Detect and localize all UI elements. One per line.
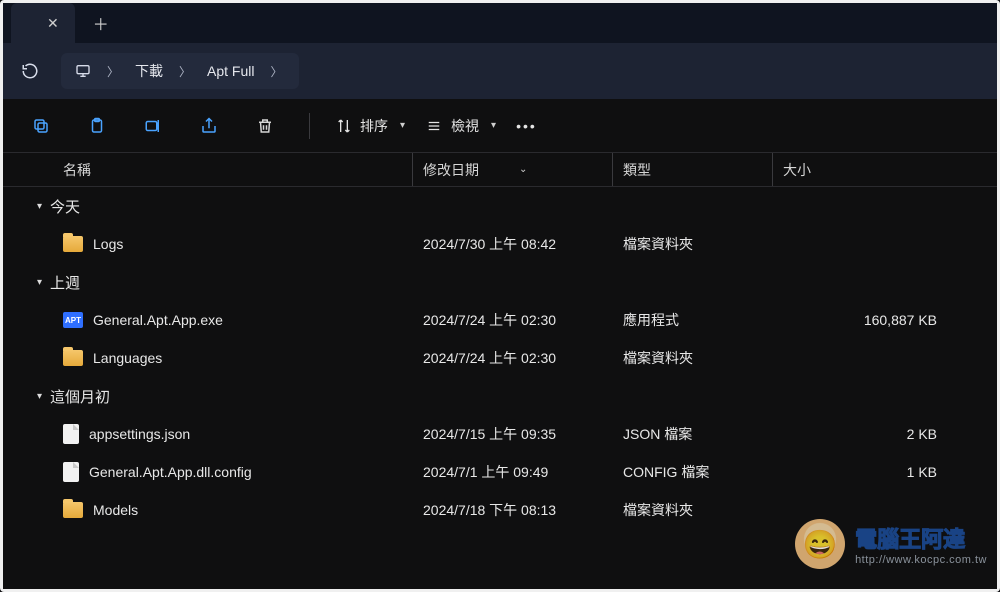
file-name: General.Apt.App.dll.config	[89, 464, 252, 480]
watermark-subtitle: http://www.kocpc.com.tw	[855, 554, 987, 566]
chevron-right-icon: 〉	[101, 63, 125, 80]
file-name: General.Apt.App.exe	[93, 312, 223, 328]
file-type: 檔案資料夾	[613, 500, 773, 520]
column-headers: 名稱 修改日期 ⌄ 類型 大小	[3, 153, 997, 187]
file-size: 1 KB	[773, 464, 997, 480]
share-button[interactable]	[191, 108, 227, 144]
delete-button[interactable]	[247, 108, 283, 144]
file-date: 2024/7/24 上午 02:30	[413, 310, 613, 330]
column-date[interactable]: 修改日期 ⌄	[413, 153, 613, 186]
sort-label: 排序	[360, 116, 388, 136]
toolbar: 排序 ▾ 檢視 ▾ •••	[3, 99, 997, 153]
breadcrumb[interactable]: 〉 下載 〉 Apt Full 〉	[61, 53, 299, 89]
group-label: 這個月初	[50, 386, 110, 407]
close-icon[interactable]: ✕	[47, 15, 59, 32]
paste-button[interactable]	[79, 108, 115, 144]
tab-bar: ✕ ＋	[3, 3, 997, 43]
group-label: 今天	[50, 196, 80, 217]
file-type: 應用程式	[613, 310, 773, 330]
breadcrumb-item-aptfull[interactable]: Apt Full	[203, 63, 258, 79]
file-type: CONFIG 檔案	[613, 462, 773, 482]
watermark-title: 電腦王阿達	[855, 522, 987, 554]
breadcrumb-item-downloads[interactable]: 下載	[131, 61, 167, 81]
active-tab[interactable]: ✕	[11, 3, 75, 43]
list-item[interactable]: Languages 2024/7/24 上午 02:30檔案資料夾	[3, 339, 997, 377]
watermark-face-icon	[795, 519, 845, 569]
file-date: 2024/7/1 上午 09:49	[413, 462, 613, 482]
apt-icon: APT	[63, 312, 83, 328]
address-bar: 〉 下載 〉 Apt Full 〉	[3, 43, 997, 99]
list-item[interactable]: APT General.Apt.App.exe 2024/7/24 上午 02:30…	[3, 301, 997, 339]
file-type: JSON 檔案	[613, 424, 773, 444]
list-item[interactable]: General.Apt.App.dll.config 2024/7/1 上午 09…	[3, 453, 997, 491]
view-label: 檢視	[451, 116, 479, 136]
group-header[interactable]: ▾ 這個月初	[3, 377, 997, 415]
new-tab-button[interactable]: ＋	[85, 7, 117, 39]
chevron-down-icon: ▾	[37, 391, 42, 402]
column-type[interactable]: 類型	[613, 153, 773, 186]
column-name[interactable]: 名稱	[63, 153, 413, 186]
monitor-icon	[71, 59, 95, 83]
file-date: 2024/7/30 上午 08:42	[413, 234, 613, 254]
copy-button[interactable]	[23, 108, 59, 144]
list-item[interactable]: appsettings.json 2024/7/15 上午 09:35JSON 檔…	[3, 415, 997, 453]
file-name: Logs	[93, 236, 123, 252]
file-name: appsettings.json	[89, 426, 190, 442]
file-icon	[63, 462, 79, 482]
file-list: ▾今天Logs2024/7/30 上午 08:42檔案資料夾▾上週APTGene…	[3, 187, 997, 589]
file-name: Models	[93, 502, 138, 518]
list-item[interactable]: Logs 2024/7/30 上午 08:42檔案資料夾	[3, 225, 997, 263]
group-header[interactable]: ▾ 今天	[3, 187, 997, 225]
refresh-button[interactable]	[13, 54, 47, 88]
column-size[interactable]: 大小	[773, 153, 997, 186]
file-type: 檔案資料夾	[613, 348, 773, 368]
chevron-right-icon: 〉	[173, 63, 197, 80]
file-date: 2024/7/18 下午 08:13	[413, 500, 613, 520]
file-date: 2024/7/24 上午 02:30	[413, 348, 613, 368]
file-type: 檔案資料夾	[613, 234, 773, 254]
file-icon	[63, 424, 79, 444]
chevron-down-icon: ▾	[491, 120, 496, 131]
sort-dropdown[interactable]: 排序 ▾	[336, 116, 405, 136]
folder-icon	[63, 236, 83, 252]
chevron-down-icon: ▾	[400, 120, 405, 131]
separator	[309, 113, 310, 139]
watermark: 電腦王阿達 http://www.kocpc.com.tw	[795, 519, 987, 569]
folder-icon	[63, 350, 83, 366]
group-header[interactable]: ▾ 上週	[3, 263, 997, 301]
rename-button[interactable]	[135, 108, 171, 144]
view-dropdown[interactable]: 檢視 ▾	[425, 116, 496, 136]
chevron-right-icon: 〉	[265, 63, 289, 80]
file-size: 160,887 KB	[773, 312, 997, 328]
file-name: Languages	[93, 350, 162, 366]
chevron-down-icon: ▾	[37, 201, 42, 212]
folder-icon	[63, 502, 83, 518]
chevron-down-icon: ▾	[37, 277, 42, 288]
file-date: 2024/7/15 上午 09:35	[413, 424, 613, 444]
more-menu[interactable]: •••	[516, 118, 537, 134]
file-size: 2 KB	[773, 426, 997, 442]
chevron-down-icon: ⌄	[519, 164, 527, 175]
group-label: 上週	[50, 272, 80, 293]
